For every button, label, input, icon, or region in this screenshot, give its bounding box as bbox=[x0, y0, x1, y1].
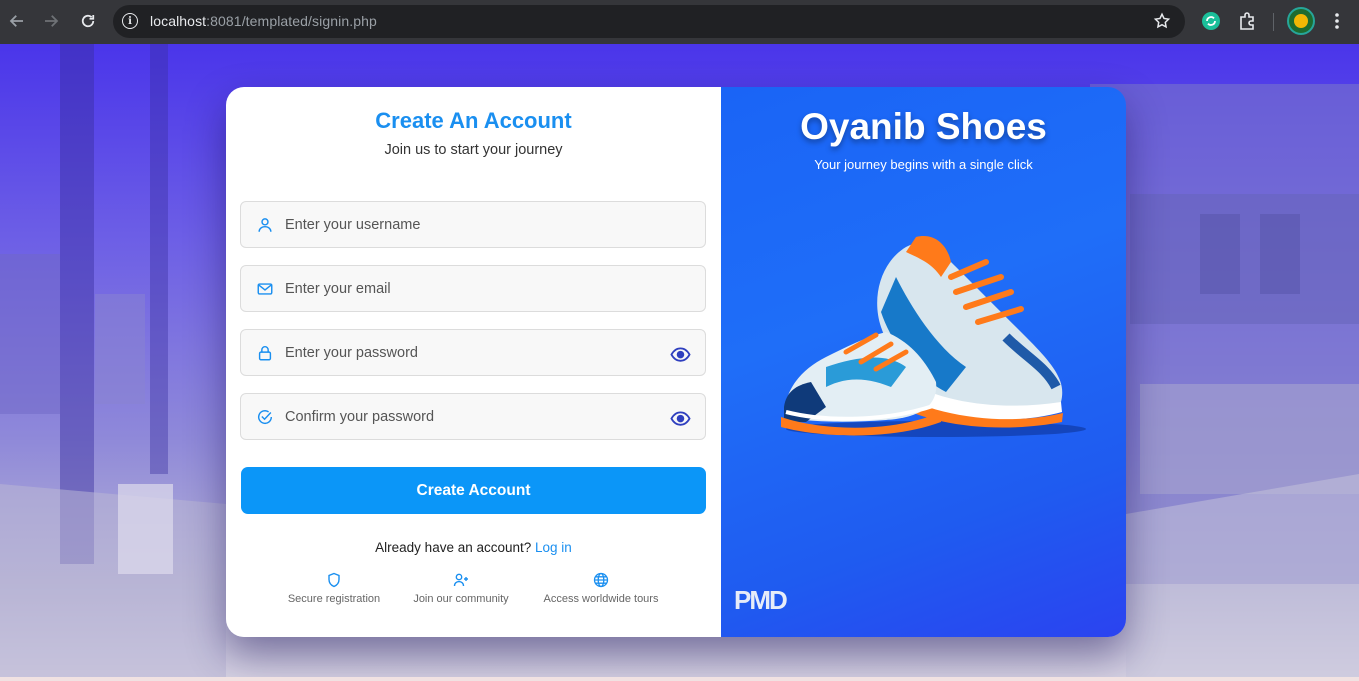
confirm-password-field[interactable] bbox=[240, 393, 706, 440]
extensions-puzzle-icon[interactable] bbox=[1237, 11, 1257, 31]
password-field[interactable] bbox=[240, 329, 706, 376]
url-text[interactable]: localhost:8081/templated/signin.php bbox=[150, 13, 377, 29]
page-background: Create An Account Join us to start your … bbox=[0, 44, 1359, 681]
feature-label: Secure registration bbox=[287, 593, 381, 605]
eye-icon[interactable] bbox=[670, 410, 691, 428]
shield-icon bbox=[326, 572, 342, 588]
signup-card: Create An Account Join us to start your … bbox=[226, 87, 1126, 637]
back-arrow-icon[interactable] bbox=[5, 9, 29, 33]
feature-label: Join our community bbox=[413, 593, 509, 605]
sync-extension-icon[interactable] bbox=[1201, 11, 1221, 31]
confirm-password-input[interactable] bbox=[285, 402, 655, 432]
site-info-icon[interactable]: i bbox=[122, 13, 138, 29]
form-title: Create An Account bbox=[375, 108, 572, 133]
shoes-image bbox=[781, 236, 1086, 437]
login-prompt: Already have an account? Log in bbox=[226, 540, 721, 555]
username-input[interactable] bbox=[285, 210, 655, 240]
email-field[interactable] bbox=[240, 265, 706, 312]
browser-toolbar: i localhost:8081/templated/signin.php bbox=[0, 0, 1359, 44]
forward-arrow-icon[interactable] bbox=[39, 9, 63, 33]
address-bar[interactable]: i localhost:8081/templated/signin.php bbox=[113, 5, 1185, 38]
signup-form-panel: Create An Account Join us to start your … bbox=[226, 87, 721, 637]
brand-title: Oyanib Shoes bbox=[800, 106, 1047, 147]
form-subtitle: Join us to start your journey bbox=[384, 142, 563, 158]
feature-worldwide-tours: Access worldwide tours bbox=[531, 572, 671, 605]
check-circle-icon bbox=[256, 408, 274, 426]
mail-icon bbox=[256, 280, 274, 298]
svg-text:PMD: PMD bbox=[734, 585, 787, 615]
user-plus-icon bbox=[453, 572, 469, 588]
brand-panel: Oyanib Shoes Your journey begins with a … bbox=[721, 87, 1126, 637]
create-account-button[interactable]: Create Account bbox=[241, 467, 706, 514]
profile-avatar[interactable] bbox=[1287, 7, 1315, 35]
lock-icon bbox=[256, 344, 274, 362]
eye-icon[interactable] bbox=[670, 346, 691, 364]
page-bottom-strip bbox=[0, 677, 1359, 681]
reload-icon[interactable] bbox=[76, 9, 100, 33]
bookmark-star-icon[interactable] bbox=[1153, 12, 1171, 30]
password-input[interactable] bbox=[285, 338, 655, 368]
feature-secure-registration: Secure registration bbox=[276, 572, 392, 605]
brand-tagline: Your journey begins with a single click bbox=[814, 157, 1033, 172]
user-icon bbox=[256, 216, 274, 234]
username-field[interactable] bbox=[240, 201, 706, 248]
login-prompt-text: Already have an account? bbox=[375, 540, 532, 555]
feature-label: Access worldwide tours bbox=[543, 593, 659, 605]
menu-kebab-icon[interactable] bbox=[1327, 11, 1347, 31]
toolbar-divider bbox=[1273, 13, 1274, 31]
globe-icon bbox=[593, 572, 609, 588]
login-link[interactable]: Log in bbox=[535, 540, 572, 555]
feature-join-community: Join our community bbox=[401, 572, 521, 605]
pmd-logo: PMD bbox=[734, 585, 789, 615]
email-input[interactable] bbox=[285, 274, 655, 304]
